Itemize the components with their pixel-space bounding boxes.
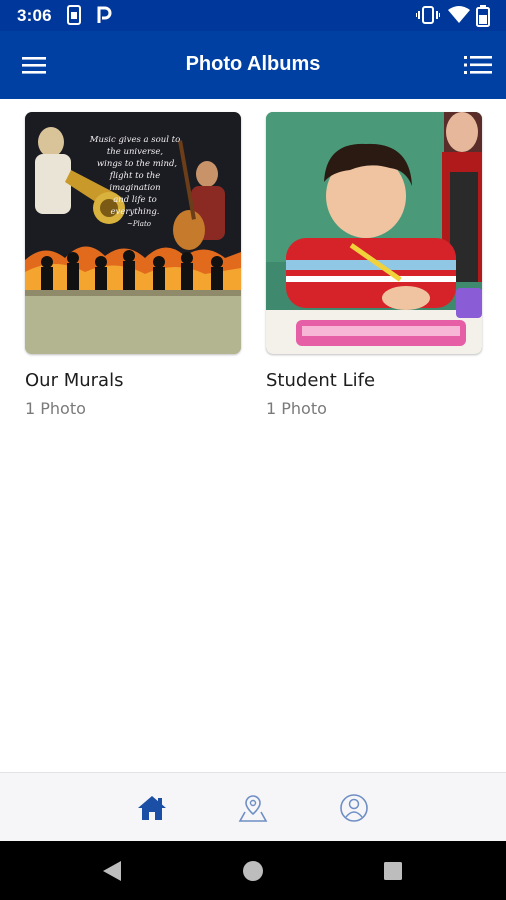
vibrate-icon: [415, 5, 441, 30]
home-circle-icon: [243, 861, 263, 881]
svg-text:flight to the: flight to the: [109, 171, 161, 181]
album-photo-count: 1 Photo: [266, 399, 327, 418]
system-recent-apps-button[interactable]: [380, 858, 406, 884]
wifi-icon: [448, 5, 470, 30]
album-thumbnail-student-life[interactable]: [266, 112, 482, 354]
map-pin-icon: [238, 795, 268, 822]
profile-icon: [340, 794, 368, 822]
parking-icon: [96, 5, 112, 30]
system-home-button[interactable]: [240, 858, 266, 884]
home-icon: [138, 796, 166, 820]
album-card-student-life[interactable]: Student Life 1 Photo: [266, 112, 482, 418]
recent-apps-icon: [384, 862, 402, 880]
bottom-navigation: [0, 772, 506, 841]
svg-text:wings to the mind,: wings to the mind,: [97, 159, 178, 169]
page-title: Photo Albums: [185, 53, 321, 75]
album-photo-count: 1 Photo: [25, 399, 86, 418]
app-bar: Photo Albums: [0, 31, 506, 99]
system-navigation-bar: [0, 841, 506, 900]
nav-home-button[interactable]: [135, 791, 169, 825]
svg-text:~Plato: ~Plato: [127, 220, 151, 228]
list-view-icon: [464, 56, 492, 74]
sim-card-icon: [67, 5, 81, 30]
nav-map-button[interactable]: [236, 791, 270, 825]
battery-icon: [476, 5, 490, 32]
list-view-button[interactable]: [456, 45, 500, 85]
album-title[interactable]: Our Murals: [25, 370, 241, 391]
nav-profile-button[interactable]: [337, 791, 371, 825]
album-thumbnail-murals[interactable]: Music gives a soul to the universe, wing…: [25, 112, 241, 354]
svg-text:and life to: and life to: [113, 195, 157, 205]
status-bar: 3:06: [0, 0, 506, 31]
svg-text:Music gives a soul to: Music gives a soul to: [89, 135, 180, 145]
svg-text:everything.: everything.: [111, 207, 160, 217]
album-title[interactable]: Student Life: [266, 370, 482, 391]
status-time: 3:06: [17, 6, 52, 25]
back-icon: [103, 861, 121, 881]
svg-text:the universe,: the universe,: [107, 147, 164, 157]
system-back-button[interactable]: [99, 858, 125, 884]
svg-text:imagination: imagination: [109, 183, 160, 193]
album-card-our-murals[interactable]: Music gives a soul to the universe, wing…: [25, 112, 241, 418]
